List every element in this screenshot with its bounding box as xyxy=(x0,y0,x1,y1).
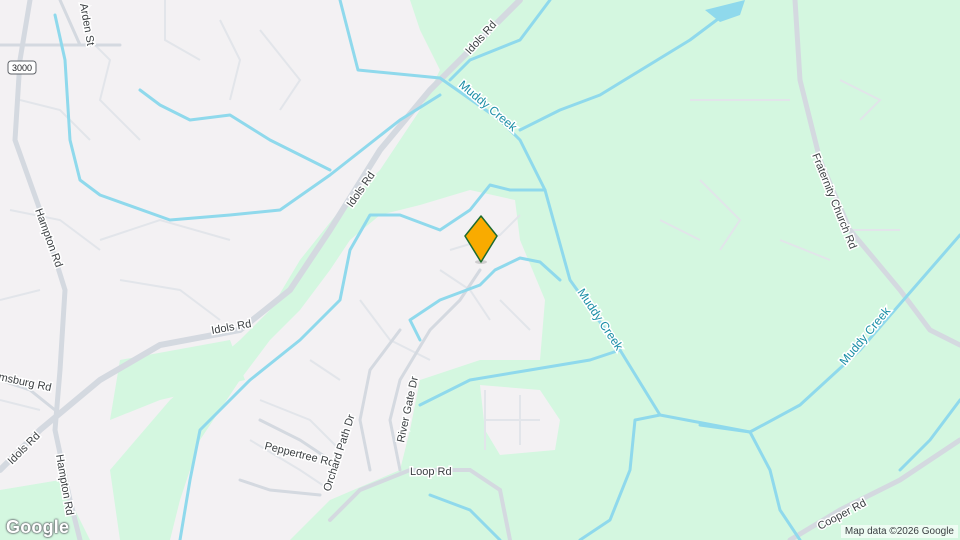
map-canvas: 3000 Idols Rd Idols Rd Idols Rd Idols Rd… xyxy=(0,0,960,540)
label-loop-rd: Loop Rd xyxy=(410,466,452,478)
map-attribution: Map data ©2026 Google xyxy=(840,525,958,538)
svg-text:3000: 3000 xyxy=(12,63,32,73)
google-logo: Google xyxy=(6,517,70,537)
route-shield-3000: 3000 xyxy=(7,60,37,75)
map-view[interactable]: 3000 Idols Rd Idols Rd Idols Rd Idols Rd… xyxy=(0,0,960,540)
